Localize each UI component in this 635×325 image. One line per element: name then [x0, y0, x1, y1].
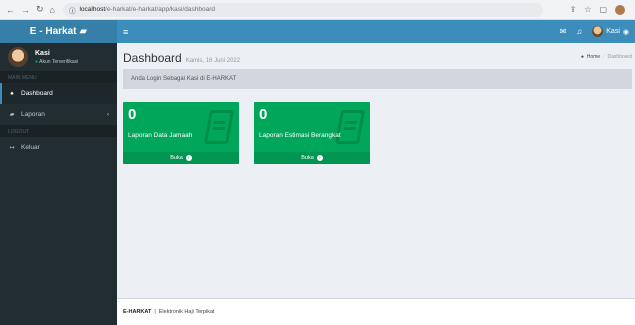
box-footer-text: Buka — [301, 155, 314, 161]
caret-icon: ◉ — [622, 28, 629, 36]
sidebar-item-dashboard[interactable]: ♠ Dashboard — [0, 83, 117, 104]
menu-header-main: MAIN MENU — [0, 71, 117, 83]
footer-brand: E-HARKAT — [123, 309, 152, 315]
logo-text: E - Harkat — [29, 26, 77, 37]
footer-separator: | — [154, 309, 156, 315]
user-name: Kasi — [606, 28, 620, 35]
sidebar-item-label: Keluar — [21, 144, 40, 151]
content-wrapper: Dashboard Kamis, 16 Juni 2022 ♠ Home / D… — [117, 43, 635, 298]
home-icon: ♠ — [581, 54, 584, 60]
book-icon: ▰ — [79, 26, 88, 37]
reload-icon[interactable]: ↻ — [36, 4, 44, 15]
user-panel: Kasi ● Akun Terverifikasi — [0, 43, 117, 71]
user-menu[interactable]: Kasi ◉ — [592, 26, 629, 37]
box-label: Laporan Data Jamaah — [128, 132, 193, 139]
box-footer-link[interactable]: Buka › — [254, 152, 370, 164]
home-icon[interactable]: ⌂ — [50, 5, 55, 15]
menu-header-logout: LOGOUT — [0, 125, 117, 137]
menu-toggle-icon[interactable]: ≡ — [117, 27, 128, 37]
sign-out-icon: ↦ — [9, 145, 15, 151]
arrow-circle-right-icon: › — [185, 155, 192, 161]
avatar — [592, 26, 604, 37]
bell-icon[interactable]: ♫ — [576, 27, 582, 36]
back-icon[interactable]: ← — [6, 5, 15, 15]
user-status-text: Akun Terverifikasi — [39, 58, 79, 65]
browser-toolbar: ← → ↻ ⌂ ⓘ localhost/e-harkat/e-harkat/ap… — [0, 0, 635, 20]
sidebar-user-name: Kasi — [35, 49, 50, 57]
url-host: localhost — [79, 6, 106, 13]
box-label: Laporan Estimasi Berangkat — [259, 132, 341, 139]
app-logo[interactable]: E - Harkat ▰ — [0, 20, 117, 43]
online-dot-icon: ● — [35, 58, 39, 65]
profile-icon[interactable] — [615, 4, 625, 15]
box-laporan-estimasi: 0 Laporan Estimasi Berangkat Buka › — [254, 102, 370, 164]
sidebar-item-logout[interactable]: ↦ Keluar — [0, 137, 117, 158]
page-footer: E-HARKAT | Elektronik Haji Terpikat — [117, 298, 635, 325]
top-navbar: ≡ ✉ ♫ Kasi ◉ — [117, 20, 635, 43]
info-icon[interactable]: ⓘ — [69, 5, 76, 15]
book-icon: ▰ — [9, 112, 15, 118]
chevron-left-icon: ‹ — [106, 111, 109, 118]
box-footer-text: Buka — [170, 155, 183, 161]
page-subtitle: Kamis, 16 Juni 2022 — [185, 58, 241, 64]
login-callout: Anda Login Sebagai Kasi di E-HARKAT — [123, 69, 632, 89]
box-footer-link[interactable]: Buka › — [123, 152, 239, 164]
mail-icon[interactable]: ✉ — [560, 27, 567, 36]
star-icon[interactable]: ☆ — [584, 5, 591, 14]
breadcrumb-current: Dashboard — [607, 54, 632, 60]
forward-icon[interactable]: → — [21, 5, 30, 15]
avatar — [8, 47, 28, 67]
sidebar: Kasi ● Akun Terverifikasi MAIN MENU ♠ Da… — [0, 43, 117, 325]
sidebar-item-laporan[interactable]: ▰ Laporan ‹ — [0, 104, 117, 125]
footer-tagline: Elektronik Haji Terpikat — [158, 309, 215, 315]
sidebar-item-label: Laporan — [21, 111, 45, 118]
breadcrumb: ♠ Home / Dashboard — [581, 54, 632, 60]
box-laporan-jamaah: 0 Laporan Data Jamaah Buka › — [123, 102, 239, 164]
url-path: /e-harkat/e-harkat/app/kasi/dashboard — [105, 6, 215, 13]
user-status: ● Akun Terverifikasi — [35, 59, 78, 65]
address-bar[interactable]: ⓘ localhost/e-harkat/e-harkat/app/kasi/d… — [62, 2, 543, 17]
tab-icon[interactable]: ▢ — [599, 5, 607, 14]
page-title: Dashboard — [123, 51, 182, 65]
sidebar-item-label: Dashboard — [21, 90, 53, 97]
arrow-circle-right-icon: › — [316, 155, 323, 161]
home-icon: ♠ — [10, 90, 14, 97]
breadcrumb-home[interactable]: Home — [587, 54, 600, 60]
breadcrumb-separator: / — [603, 54, 605, 60]
share-icon[interactable]: ⇪ — [570, 5, 577, 14]
